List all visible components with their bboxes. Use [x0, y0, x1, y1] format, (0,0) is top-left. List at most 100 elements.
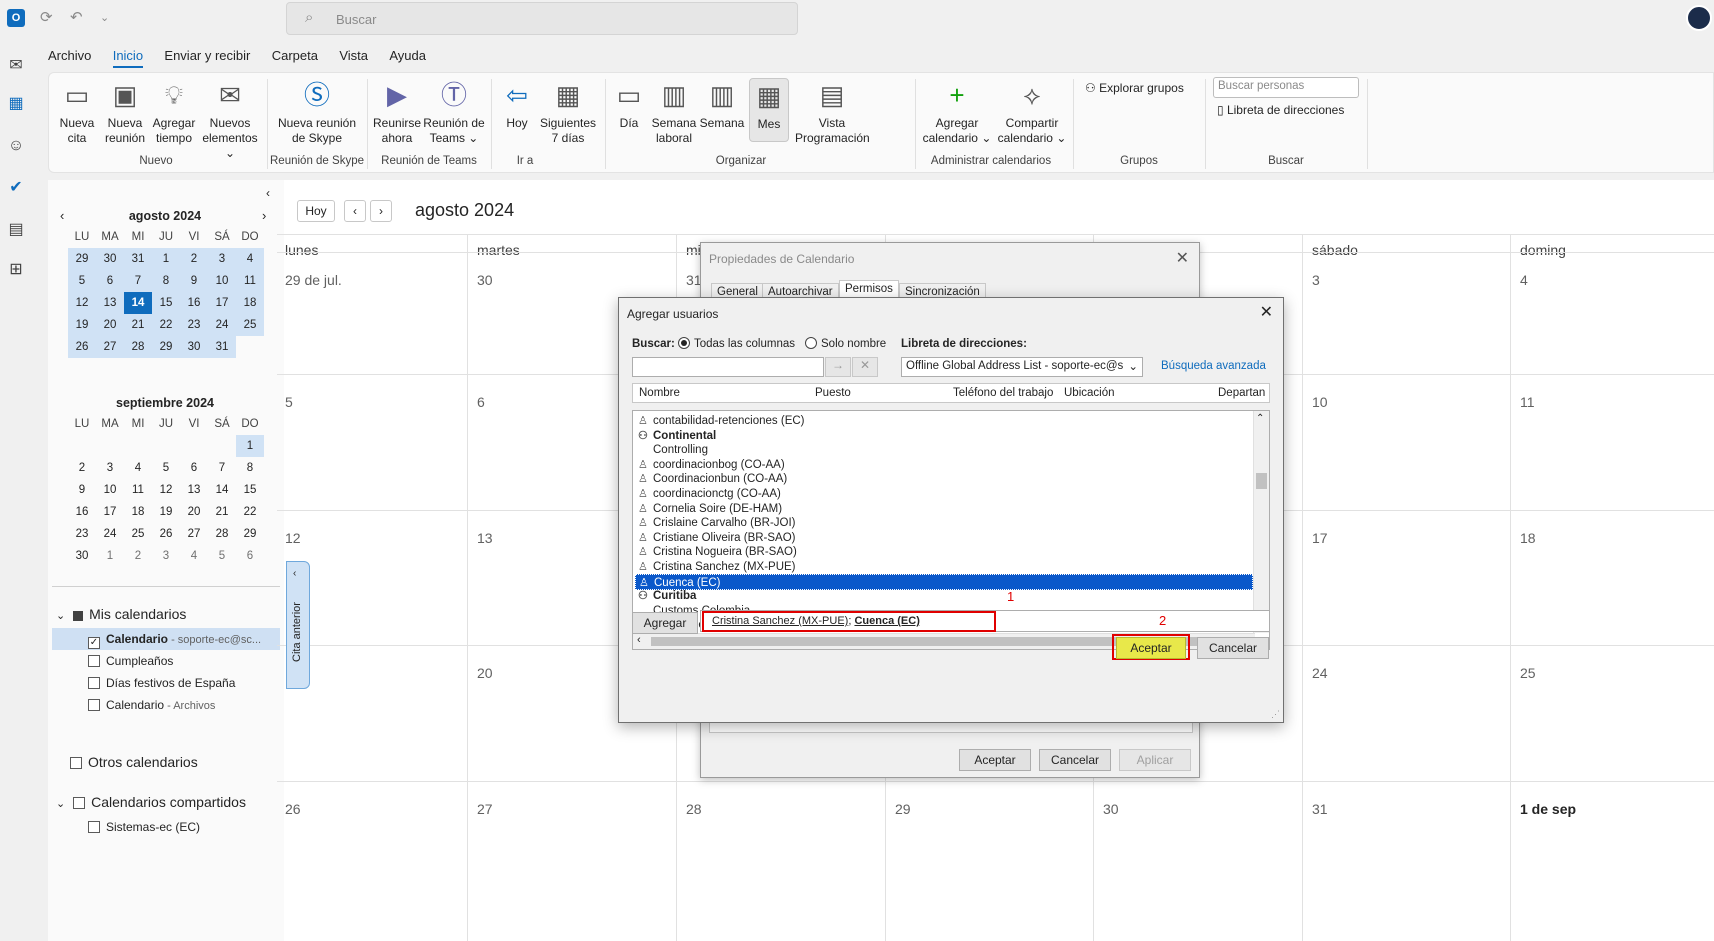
reunirse-ahora-button[interactable]: ▶ Reunirse ahora [373, 78, 421, 146]
scroll-up-icon[interactable]: ⌃ [1256, 413, 1264, 424]
day-cell[interactable]: 4 [1520, 272, 1528, 288]
calendar-item-archivos[interactable]: Calendario - Archivos [88, 698, 215, 712]
agregar-calendario-button[interactable]: + Agregar calendario ⌄ [921, 78, 993, 146]
nueva-reunion-button[interactable]: ▣ Nueva reunión [103, 78, 147, 146]
minical-day[interactable]: 17 [96, 501, 124, 523]
semana-laboral-button[interactable]: ▥ Semana laboral [651, 78, 697, 146]
minical-day[interactable]: 13 [180, 479, 208, 501]
agregar-tiempo-button[interactable]: 💡︎ Agregar tiempo [151, 78, 197, 146]
calendar-icon[interactable]: ▦ [6, 94, 26, 114]
minical-day[interactable]: 23 [180, 314, 208, 336]
tab-archivo[interactable]: Archivo [48, 48, 91, 63]
day-cell[interactable]: 1 de sep [1520, 801, 1576, 817]
day-cell[interactable]: 30 [477, 272, 493, 288]
search-input[interactable]: ⌕ Buscar [286, 2, 798, 35]
checkbox[interactable] [88, 821, 100, 833]
prev-month-icon[interactable]: ‹ [60, 208, 64, 223]
minical-day[interactable]: 19 [152, 501, 180, 523]
calendarios-compartidos-header[interactable]: ⌄ Calendarios compartidos [56, 794, 246, 810]
col-ubicacion[interactable]: Ubicación [1064, 387, 1115, 399]
day-cell[interactable]: 17 [1312, 530, 1328, 546]
close-icon[interactable]: ✕ [1176, 248, 1189, 268]
day-cell[interactable]: 20 [477, 665, 493, 681]
day-cell[interactable]: 31 [1312, 801, 1328, 817]
day-cell[interactable]: 6 [477, 394, 485, 410]
minical-day[interactable]: 18 [236, 292, 264, 314]
minical-day[interactable]: 3 [208, 248, 236, 270]
skype-meeting-button[interactable]: Ⓢ Nueva reunión de Skype [273, 78, 361, 146]
day-cell[interactable]: 13 [477, 530, 493, 546]
agregar-value-highlight[interactable]: Cristina Sanchez (MX-PUE); Cuenca (EC) [702, 611, 996, 632]
minical-day[interactable]: 1 [152, 248, 180, 270]
teams-meeting-button[interactable]: Ⓣ Reunión de Teams ⌄ [423, 78, 485, 146]
minical-day[interactable]: 14 [208, 479, 236, 501]
day-cell[interactable]: 24 [1312, 665, 1328, 681]
minical-day[interactable]: 1 [236, 435, 264, 457]
minical-day[interactable]: 16 [180, 292, 208, 314]
minical-day[interactable]: 4 [180, 545, 208, 567]
busqueda-avanzada-link[interactable]: Búsqueda avanzada [1161, 360, 1266, 372]
minical-day[interactable]: 11 [236, 270, 264, 292]
day-cell[interactable]: 12 [285, 530, 301, 546]
minical-day[interactable]: 8 [236, 457, 264, 479]
minical-day[interactable]: 27 [96, 336, 124, 358]
minical-day[interactable]: 2 [124, 545, 152, 567]
undo-icon[interactable]: ↶ [70, 8, 83, 26]
day-cell[interactable]: 25 [1520, 665, 1536, 681]
minical-day[interactable]: 19 [68, 314, 96, 336]
hoy-nav-button[interactable]: Hoy [297, 200, 335, 222]
minical-day[interactable]: 27 [180, 523, 208, 545]
minical-day[interactable]: 2 [68, 457, 96, 479]
minical-day[interactable]: 9 [180, 270, 208, 292]
list-item[interactable]: ♙ Cornelia Soire (DE-HAM) [635, 501, 1253, 517]
minical-day[interactable]: 31 [124, 248, 152, 270]
checkbox-checked[interactable]: ✓ [88, 637, 100, 649]
checkbox[interactable] [88, 677, 100, 689]
prop-cancelar-button[interactable]: Cancelar [1039, 749, 1111, 771]
prop-aplicar-button[interactable]: Aplicar [1119, 749, 1191, 771]
minical-day[interactable]: 30 [96, 248, 124, 270]
day-cell[interactable]: 30 [1103, 801, 1119, 817]
mis-calendarios-checkbox[interactable] [73, 611, 84, 621]
mis-calendarios-header[interactable]: ⌄ Mis calendarios [56, 606, 186, 622]
minical-day[interactable]: 14 [124, 292, 152, 314]
list-item[interactable]: ♙ Cristiane Oliveira (BR-SAO) [635, 530, 1253, 546]
minical-day[interactable]: 24 [208, 314, 236, 336]
minical-day[interactable]: 15 [236, 479, 264, 501]
siguientes-7-dias-button[interactable]: ▦ Siguientes 7 días [539, 78, 597, 146]
day-cell[interactable]: 26 [285, 801, 301, 817]
close-icon[interactable]: ✕ [1260, 302, 1273, 322]
apps-icon[interactable]: ⊞ [6, 260, 26, 280]
vertical-scrollbar[interactable]: ⌃ ⌄ [1253, 411, 1269, 633]
radio-todas-columnas[interactable]: Todas las columnas [678, 337, 795, 350]
day-cell[interactable]: 29 de jul. [285, 272, 342, 288]
minical-day[interactable]: 22 [236, 501, 264, 523]
next-month-icon[interactable]: › [262, 208, 266, 223]
col-nombre[interactable]: Nombre [639, 387, 680, 399]
calendar-item-main[interactable]: ✓ Calendario - soporte-ec@sc... [88, 632, 261, 649]
calendar-item-sistemas[interactable]: Sistemas-ec (EC) [88, 820, 200, 834]
minical-day[interactable]: 5 [152, 457, 180, 479]
list-item[interactable]: ♙ coordinacionbog (CO-AA) [635, 457, 1253, 473]
minical-day[interactable]: 23 [68, 523, 96, 545]
minical-day[interactable]: 28 [124, 336, 152, 358]
minical-day[interactable]: 6 [236, 545, 264, 567]
minical-day[interactable]: 16 [68, 501, 96, 523]
people-icon[interactable]: ☺ [6, 136, 26, 156]
clear-icon[interactable]: ✕ [852, 357, 878, 377]
calendar-item-festivos[interactable]: Días festivos de España [88, 676, 235, 690]
list-item[interactable]: ⚇ Curitiba [635, 588, 1253, 604]
minical-day[interactable]: 29 [68, 248, 96, 270]
minical-day[interactable]: 26 [152, 523, 180, 545]
minical-day[interactable]: 13 [96, 292, 124, 314]
tab-inicio[interactable]: Inicio [112, 48, 144, 68]
minical-day[interactable]: 12 [152, 479, 180, 501]
nueva-cita-button[interactable]: ▭ Nueva cita [57, 78, 97, 146]
minical-day[interactable]: 7 [208, 457, 236, 479]
tab-carpeta[interactable]: Carpeta [272, 48, 318, 63]
day-cell[interactable]: 10 [1312, 394, 1328, 410]
minical-day[interactable]: 30 [180, 336, 208, 358]
minical-day[interactable]: 31 [208, 336, 236, 358]
minical-day[interactable]: 22 [152, 314, 180, 336]
list-item[interactable]: ♙ Cristina Nogueira (BR-SAO) [635, 544, 1253, 560]
